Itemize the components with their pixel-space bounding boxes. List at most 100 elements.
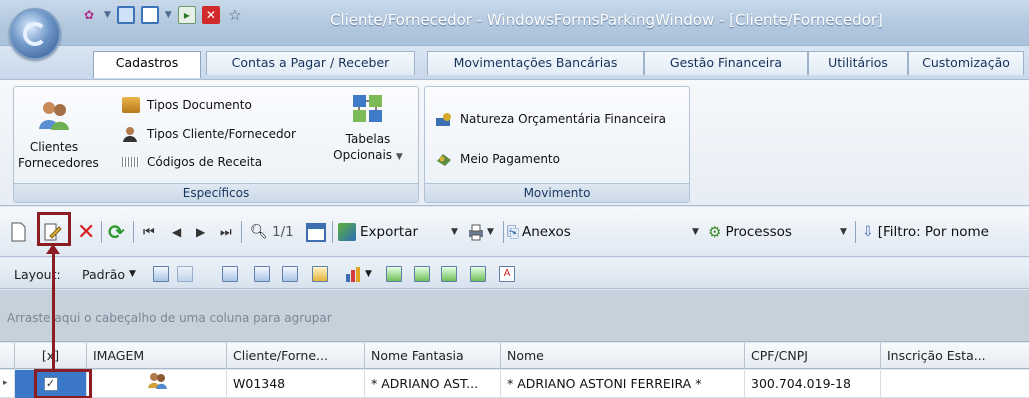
column-header-cpf[interactable]: CPF/CNPJ xyxy=(745,343,881,369)
group-movimento: Natureza Orçamentária Financeira Meio Pa… xyxy=(424,86,690,203)
group-movimento-label: Movimento xyxy=(425,183,689,202)
toolbar-separator xyxy=(855,221,856,243)
table-row[interactable]: ▸ ✓ W01348 * ADRIANO AST... * ADRIANO AS… xyxy=(0,370,1029,398)
last-record-icon[interactable]: ⏭ xyxy=(220,221,232,243)
toolbar-separator xyxy=(241,221,242,243)
find-icon[interactable]: 🔍︎ xyxy=(250,221,268,243)
tipos-documento-button[interactable]: Tipos Documento xyxy=(122,97,252,113)
application-menu-button[interactable] xyxy=(9,8,61,60)
refresh-icon[interactable]: ⟳ xyxy=(108,220,125,244)
tab-customizacao[interactable]: Customização xyxy=(908,51,1024,75)
view-mode-2-icon[interactable] xyxy=(414,265,430,283)
exportar-label: Exportar xyxy=(360,224,419,240)
calendar-icon[interactable] xyxy=(306,221,326,243)
users-icon xyxy=(37,99,71,131)
title-bar: ✿ ▼ ▼ ▸ ✕ ☆ Cliente/Fornecedor - Windows… xyxy=(0,0,1029,60)
tab-utilitarios[interactable]: Utilitários xyxy=(808,51,908,75)
chevron-down-icon[interactable]: ▼ xyxy=(487,221,494,243)
toolbar-separator xyxy=(101,221,102,243)
columns-icon[interactable] xyxy=(254,265,270,283)
grid-header: [x] IMAGEM Cliente/Forne... Nome Fantasi… xyxy=(0,343,1029,369)
codigos-receita-button[interactable]: Códigos de Receita xyxy=(122,155,262,169)
tabelas-label: Tabelas xyxy=(345,132,391,146)
window-icon[interactable] xyxy=(116,6,135,24)
view-mode-1-icon[interactable] xyxy=(386,265,402,283)
save-layout-icon[interactable] xyxy=(153,265,169,283)
fornecedores-label: Fornecedores xyxy=(18,156,99,170)
chevron-down-icon[interactable]: ▼ xyxy=(451,221,458,243)
tab-cadastros[interactable]: Cadastros xyxy=(93,51,201,78)
restore-layout-icon[interactable] xyxy=(177,265,193,283)
delete-icon[interactable]: ✕ xyxy=(77,220,95,245)
column-header-imagem[interactable]: IMAGEM xyxy=(87,343,227,369)
restore-icon[interactable]: ▸ xyxy=(177,6,196,24)
column-header-codigo[interactable]: Cliente/Forne... xyxy=(227,343,365,369)
layout-select[interactable]: Padrão ▼ xyxy=(82,265,136,283)
dropdown-arrow-icon[interactable]: ▼ xyxy=(104,10,111,20)
view-mode-4-icon[interactable] xyxy=(470,265,486,283)
codigos-receita-label: Códigos de Receita xyxy=(147,155,263,169)
briefcase-icon xyxy=(122,97,140,113)
clientes-label: Clientes xyxy=(29,140,79,154)
previous-record-icon[interactable]: ◀ xyxy=(172,221,181,243)
group-hint: Arraste aqui o cabeçalho de uma coluna p… xyxy=(7,311,332,325)
column-header-nome[interactable]: Nome xyxy=(501,343,745,369)
tab-contas[interactable]: Contas a Pagar / Receber xyxy=(206,51,415,75)
meio-pagamento-button[interactable]: Meio Pagamento xyxy=(435,151,560,167)
chart-icon[interactable]: ▼ xyxy=(345,265,372,283)
next-record-icon[interactable]: ▶ xyxy=(196,221,205,243)
anexos-button[interactable]: ⎘ Anexos xyxy=(507,221,571,243)
dropdown-arrow-icon[interactable]: ▼ xyxy=(165,10,172,20)
toolbar-separator xyxy=(503,221,504,243)
group-especificos: Clientes Fornecedores Tipos Documento Ti… xyxy=(13,86,419,203)
new-record-icon[interactable] xyxy=(9,221,27,243)
annotation-highlight-box xyxy=(37,212,71,246)
group-by-panel[interactable]: Arraste aqui o cabeçalho de uma coluna p… xyxy=(0,290,1029,342)
row-inscricao-cell xyxy=(881,370,1029,398)
favorite-icon[interactable]: ☆ xyxy=(226,6,244,24)
row-image-cell xyxy=(87,370,227,398)
column-header-fantasia[interactable]: Nome Fantasia xyxy=(365,343,501,369)
view-mode-3-icon[interactable] xyxy=(441,265,457,283)
tabelas-opcionais-button[interactable]: Tabelas Opcionais ▼ xyxy=(328,93,408,165)
natureza-orcamentaria-button[interactable]: Natureza Orçamentária Financeira xyxy=(435,111,666,127)
sum-icon[interactable] xyxy=(282,265,298,283)
tab-gestao[interactable]: Gestão Financeira xyxy=(644,51,808,75)
row-fantasia-cell: * ADRIANO AST... xyxy=(365,370,501,398)
opcionais-label: Opcionais xyxy=(333,148,393,162)
chevron-down-icon: ▼ xyxy=(129,269,136,279)
layout-select-value: Padrão xyxy=(82,266,126,282)
column-header-inscricao[interactable]: Inscrição Esta... xyxy=(881,343,1029,369)
row-indicator-icon: ▸ xyxy=(0,370,15,398)
first-record-icon[interactable]: ⏮ xyxy=(143,221,155,243)
grid-view-icon[interactable] xyxy=(222,265,238,283)
annotation-cell-box xyxy=(34,369,92,398)
filter-icon: ⇩ xyxy=(862,224,874,240)
page-indicator: 1/1 xyxy=(272,224,294,240)
ribbon: Clientes Fornecedores Tipos Documento Ti… xyxy=(0,79,1029,206)
chevron-down-icon: ▼ xyxy=(395,152,403,162)
natureza-label: Natureza Orçamentária Financeira xyxy=(460,112,666,126)
settings-icon[interactable]: ✿ xyxy=(80,6,98,24)
record-toolbar: ✕ ⟳ ⏮ ◀ ▶ ⏭ 🔍︎ 1/1 Exportar ▼ ▼ ⎘ Anexos… xyxy=(0,207,1029,257)
tipos-cliente-button[interactable]: Tipos Cliente/Fornecedor xyxy=(122,126,296,142)
close-icon[interactable]: ✕ xyxy=(201,6,220,24)
font-icon[interactable]: A xyxy=(499,265,515,283)
filter-button[interactable]: ⇩ [Filtro: Por nome xyxy=(862,221,989,243)
column-header-select[interactable]: [x] xyxy=(15,343,87,369)
clientes-fornecedores-button[interactable]: Clientes Fornecedores xyxy=(18,99,99,171)
chevron-down-icon[interactable]: ▼ xyxy=(692,221,699,243)
annotation-arrow-line xyxy=(52,250,55,370)
processos-button[interactable]: ⚙ Processos xyxy=(708,221,792,243)
quick-access-toolbar: ✿ ▼ ▼ ▸ ✕ ☆ xyxy=(80,6,244,24)
row-nome-cell: * ADRIANO ASTONI FERREIRA * xyxy=(501,370,745,398)
exportar-button[interactable]: Exportar xyxy=(338,221,418,243)
toolbar-separator xyxy=(133,221,134,243)
print-icon[interactable] xyxy=(467,221,485,243)
chevron-down-icon[interactable]: ▼ xyxy=(840,221,847,243)
highlight-icon[interactable] xyxy=(312,265,328,283)
new-window-icon[interactable] xyxy=(140,6,159,24)
export-icon xyxy=(338,223,356,241)
row-codigo-cell: W01348 xyxy=(227,370,365,398)
tab-movimentacoes[interactable]: Movimentações Bancárias xyxy=(427,51,644,75)
